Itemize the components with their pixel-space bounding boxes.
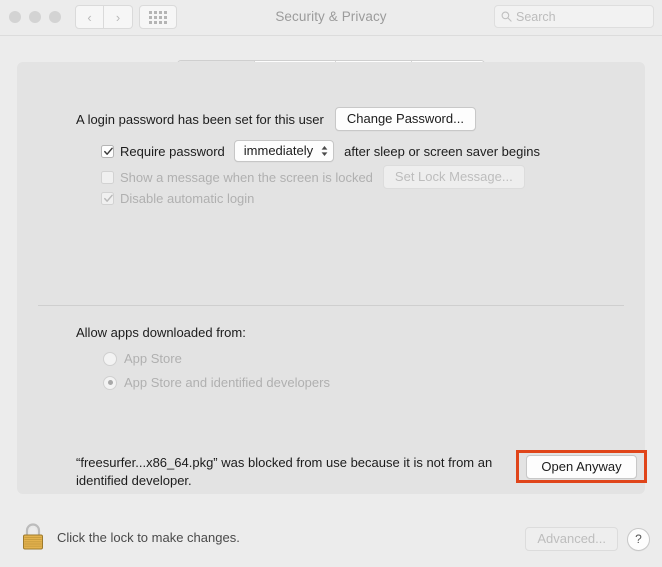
show-lock-message-row: Show a message when the screen is locked… xyxy=(101,165,525,189)
search-icon xyxy=(501,11,512,22)
require-password-row: Require password immediately after sleep… xyxy=(101,140,540,162)
show-lock-message-checkbox[interactable] xyxy=(101,171,114,184)
allow-apps-heading-row: Allow apps downloaded from: xyxy=(76,325,246,340)
allow-apps-heading: Allow apps downloaded from: xyxy=(76,325,246,340)
login-password-row: A login password has been set for this u… xyxy=(76,107,476,131)
radio-app-store[interactable] xyxy=(103,352,117,366)
require-password-suffix-label: after sleep or screen saver begins xyxy=(344,144,540,159)
delay-value: immediately xyxy=(244,143,313,158)
blocked-app-message: “freesurfer...x86_64.pkg” was blocked fr… xyxy=(76,454,496,490)
checkmark-icon xyxy=(103,146,114,157)
disable-auto-login-label: Disable automatic login xyxy=(120,191,254,206)
section-divider xyxy=(38,305,624,306)
radio-app-store-identified[interactable] xyxy=(103,376,117,390)
set-lock-message-button[interactable]: Set Lock Message... xyxy=(383,165,525,189)
advanced-button[interactable]: Advanced... xyxy=(525,527,618,551)
open-anyway-button[interactable]: Open Anyway xyxy=(526,455,636,479)
show-lock-message-label: Show a message when the screen is locked xyxy=(120,170,373,185)
chevron-updown-icon xyxy=(320,144,329,158)
allow-apps-option-appstore[interactable]: App Store xyxy=(103,351,182,366)
radio-app-store-identified-label: App Store and identified developers xyxy=(124,375,330,390)
open-anyway-highlight: Open Anyway xyxy=(516,450,647,483)
require-password-label: Require password xyxy=(120,144,225,159)
disable-auto-login-row: Disable automatic login xyxy=(101,191,254,206)
lock-closed-icon[interactable] xyxy=(20,521,46,553)
require-password-checkbox[interactable] xyxy=(101,145,114,158)
lock-hint-text: Click the lock to make changes. xyxy=(57,530,240,545)
require-password-delay-popup[interactable]: immediately xyxy=(234,140,334,162)
disable-auto-login-checkbox[interactable] xyxy=(101,192,114,205)
radio-app-store-label: App Store xyxy=(124,351,182,366)
window-titlebar: ‹ › Security & Privacy Search xyxy=(0,0,662,36)
change-password-button[interactable]: Change Password... xyxy=(335,107,476,131)
login-password-status: A login password has been set for this u… xyxy=(76,112,324,127)
search-field[interactable]: Search xyxy=(494,5,654,28)
help-button[interactable]: ? xyxy=(627,528,650,551)
lock-row[interactable]: Click the lock to make changes. xyxy=(20,521,240,553)
checkmark-icon xyxy=(103,193,114,204)
allow-apps-option-appstore-identified[interactable]: App Store and identified developers xyxy=(103,375,330,390)
search-placeholder: Search xyxy=(516,10,556,24)
general-settings-panel: A login password has been set for this u… xyxy=(17,62,645,494)
footer-buttons: Advanced... ? xyxy=(525,527,650,551)
